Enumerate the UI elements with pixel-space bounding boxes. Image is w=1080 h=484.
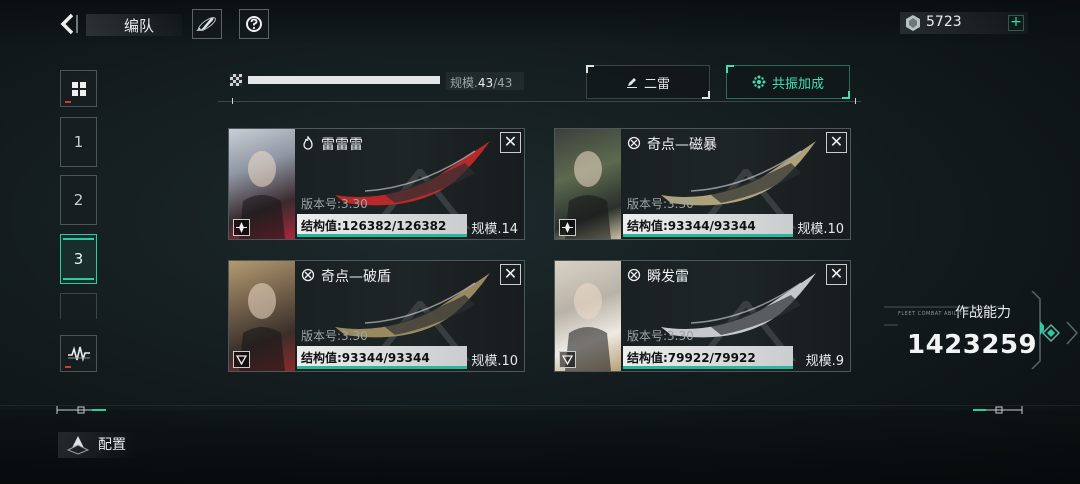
remove-ship-button[interactable]: ✕ — [500, 264, 521, 285]
ship-card[interactable]: 奇点—磁暴 ✕ 版本号:3.30 结构值:93344/93344 规模.10 — [554, 128, 851, 240]
ship-card[interactable]: 奇点—破盾 ✕ 版本号:3.30 结构值:93344/93344 规模.10 — [228, 260, 525, 372]
left-ruler-icon — [56, 401, 108, 420]
bottom-band — [0, 410, 1080, 484]
ship-version: 版本号:3.30 — [627, 329, 694, 343]
ship-version: 版本号:3.30 — [301, 197, 368, 211]
header-divider — [218, 101, 861, 102]
tab-fleet-2[interactable]: 2 — [60, 175, 97, 225]
ship-version: 版本号:3.30 — [627, 197, 694, 211]
resource-value: 5723 — [926, 14, 962, 30]
captain-portrait — [229, 129, 295, 239]
structure-fill — [623, 366, 793, 369]
ship-card[interactable]: 雷雷雷 ✕ 版本号:3.30 结构值:126382/126382 规模.14 — [228, 128, 525, 240]
edit-fleet-name-label: 二雷 — [643, 76, 670, 92]
combat-power-subtitle: FLEET COMBAT ABILITY — [898, 311, 967, 317]
ship-config-icon — [64, 434, 92, 462]
rocket-button[interactable] — [192, 9, 222, 39]
target-icon — [301, 268, 315, 282]
alert-dot — [65, 366, 71, 368]
ship-name: 雷雷雷 — [321, 137, 363, 153]
ship-scale: 规模.9 — [805, 354, 844, 369]
fleet-scale-max: /43 — [493, 76, 513, 90]
captain-portrait — [555, 129, 621, 239]
fleet-scale-current: 43 — [477, 76, 494, 90]
help-button[interactable] — [239, 9, 269, 39]
expand-arrow-icon[interactable] — [1033, 318, 1080, 352]
add-resource-button[interactable]: + — [1008, 15, 1024, 31]
tab-fleet-3[interactable]: 3 — [60, 234, 97, 284]
captain-portrait — [555, 261, 621, 371]
structure-fill — [297, 234, 467, 237]
ship-version: 版本号:3.30 — [301, 329, 368, 343]
wave-button[interactable] — [60, 335, 97, 372]
ship-scale: 规模.14 — [471, 222, 518, 237]
resonance-bonus-button[interactable]: 共振加成 — [726, 65, 850, 99]
back-button[interactable] — [56, 11, 82, 37]
structure-value: 结构值:93344/93344 — [627, 219, 756, 233]
resonance-bonus-label: 共振加成 — [771, 76, 824, 92]
alert-dot — [65, 101, 71, 103]
rank-badge — [233, 219, 250, 236]
rank-badge — [233, 351, 250, 368]
rocket-icon — [196, 17, 216, 31]
ship-name: 瞬发雷 — [647, 269, 689, 285]
rank-badge — [559, 351, 576, 368]
ship-scale: 规模.10 — [471, 354, 518, 369]
ship-card[interactable]: 瞬发雷 ✕ 版本号:3.30 结构值:79922/79922 规模.9 — [554, 260, 851, 372]
structure-fill — [297, 366, 467, 369]
structure-value: 结构值:79922/79922 — [627, 351, 756, 365]
structure-value: 结构值:93344/93344 — [301, 351, 430, 365]
page-title: 编队 — [124, 17, 155, 35]
structure-value: 结构值:126382/126382 — [301, 219, 447, 233]
ship-scale: 规模.10 — [797, 222, 844, 237]
fleet-scale-text: 规模.43/43 — [450, 74, 512, 91]
fleet-scale-label: 规模. — [450, 76, 478, 90]
captain-portrait — [229, 261, 295, 371]
grid-view-button[interactable] — [60, 70, 97, 107]
combat-power-value: 1423259 — [907, 330, 1038, 360]
question-icon — [246, 16, 262, 32]
fire-icon — [303, 136, 313, 150]
edit-fleet-name-button[interactable]: 二雷 — [586, 65, 710, 99]
remove-ship-button[interactable]: ✕ — [826, 264, 847, 285]
bottom-divider — [0, 405, 1080, 406]
pencil-icon — [626, 78, 637, 88]
divider-tick — [232, 98, 238, 104]
tab-fleet-4[interactable] — [60, 293, 97, 319]
checkered-flag-icon — [230, 74, 242, 86]
back-arrow-icon — [60, 13, 78, 35]
crystal-icon — [904, 14, 922, 36]
config-label: 配置 — [98, 437, 126, 453]
remove-ship-button[interactable]: ✕ — [500, 132, 521, 153]
rank-badge — [559, 219, 576, 236]
resonance-icon — [752, 75, 766, 89]
right-ruler-icon — [972, 401, 1024, 420]
ship-name: 奇点—磁暴 — [647, 137, 717, 153]
ship-name: 奇点—破盾 — [321, 269, 391, 285]
tab-fleet-3-label: 3 — [73, 250, 84, 268]
divider-tick — [855, 98, 861, 104]
target-icon — [627, 268, 641, 282]
grid-icon — [71, 81, 86, 96]
target-icon — [627, 136, 641, 150]
structure-fill — [623, 234, 793, 237]
waveform-icon — [67, 345, 90, 362]
remove-ship-button[interactable]: ✕ — [826, 132, 847, 153]
fleet-scale-fill — [248, 76, 440, 84]
tab-fleet-1[interactable]: 1 — [60, 117, 97, 167]
